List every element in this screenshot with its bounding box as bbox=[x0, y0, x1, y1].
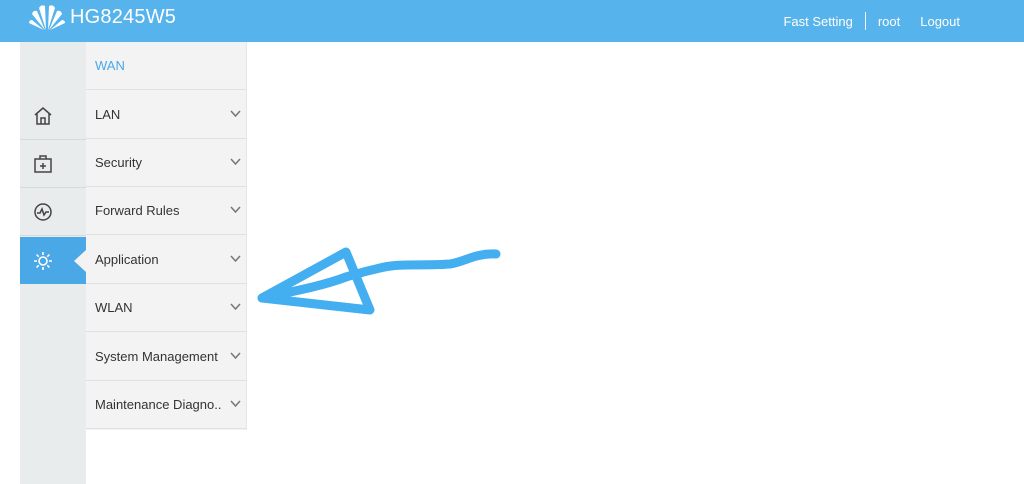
top-links: Fast Setting root Logout bbox=[783, 12, 960, 30]
menu-item-label: Security bbox=[95, 155, 142, 170]
chevron-down-icon bbox=[230, 206, 241, 214]
chevron-down-icon bbox=[230, 110, 241, 118]
chevron-down-icon bbox=[230, 400, 241, 408]
rail-item-tools[interactable] bbox=[20, 141, 86, 188]
menu-item-system-management[interactable]: System Management bbox=[86, 333, 247, 381]
menu-item-wlan[interactable]: WLAN bbox=[86, 284, 247, 332]
rail-item-diagnostics[interactable] bbox=[20, 189, 86, 236]
tools-box-icon bbox=[34, 155, 52, 173]
menu-item-label: Maintenance Diagno.. bbox=[95, 397, 222, 412]
menu-item-label: WAN bbox=[95, 58, 125, 73]
menu-item-lan[interactable]: LAN bbox=[86, 91, 247, 139]
diagnostics-icon bbox=[34, 203, 52, 221]
top-bar: HG8245W5 Fast Setting root Logout bbox=[0, 0, 1024, 42]
menu-item-security[interactable]: Security bbox=[86, 139, 247, 187]
user-name[interactable]: root bbox=[878, 14, 900, 29]
chevron-down-icon bbox=[230, 255, 241, 263]
home-icon bbox=[34, 107, 52, 125]
menu-item-forward-rules[interactable]: Forward Rules bbox=[86, 187, 247, 235]
chevron-down-icon bbox=[230, 352, 241, 360]
logout-link[interactable]: Logout bbox=[920, 14, 960, 29]
gear-icon bbox=[34, 251, 52, 270]
chevron-down-icon bbox=[230, 303, 241, 311]
divider bbox=[864, 12, 866, 30]
menu-item-wan[interactable]: WAN bbox=[86, 42, 247, 90]
menu-item-label: WLAN bbox=[95, 300, 133, 315]
menu-item-label: Application bbox=[95, 252, 159, 267]
fast-setting-link[interactable]: Fast Setting bbox=[783, 14, 852, 29]
active-indicator bbox=[74, 250, 86, 272]
huawei-logo-icon bbox=[29, 5, 65, 31]
menu-item-label: System Management bbox=[95, 349, 218, 364]
hand-drawn-arrow-annotation bbox=[257, 247, 501, 315]
settings-menu: WAN LAN Security Forward Rules Applicati… bbox=[86, 42, 247, 430]
menu-item-application[interactable]: Application bbox=[86, 236, 247, 284]
chevron-down-icon bbox=[230, 158, 241, 166]
menu-item-maintenance-diagnosis[interactable]: Maintenance Diagno.. bbox=[86, 381, 247, 429]
device-model: HG8245W5 bbox=[70, 6, 177, 28]
rail-item-home[interactable] bbox=[20, 93, 86, 140]
menu-item-label: LAN bbox=[95, 107, 121, 122]
menu-item-label: Forward Rules bbox=[95, 203, 180, 218]
